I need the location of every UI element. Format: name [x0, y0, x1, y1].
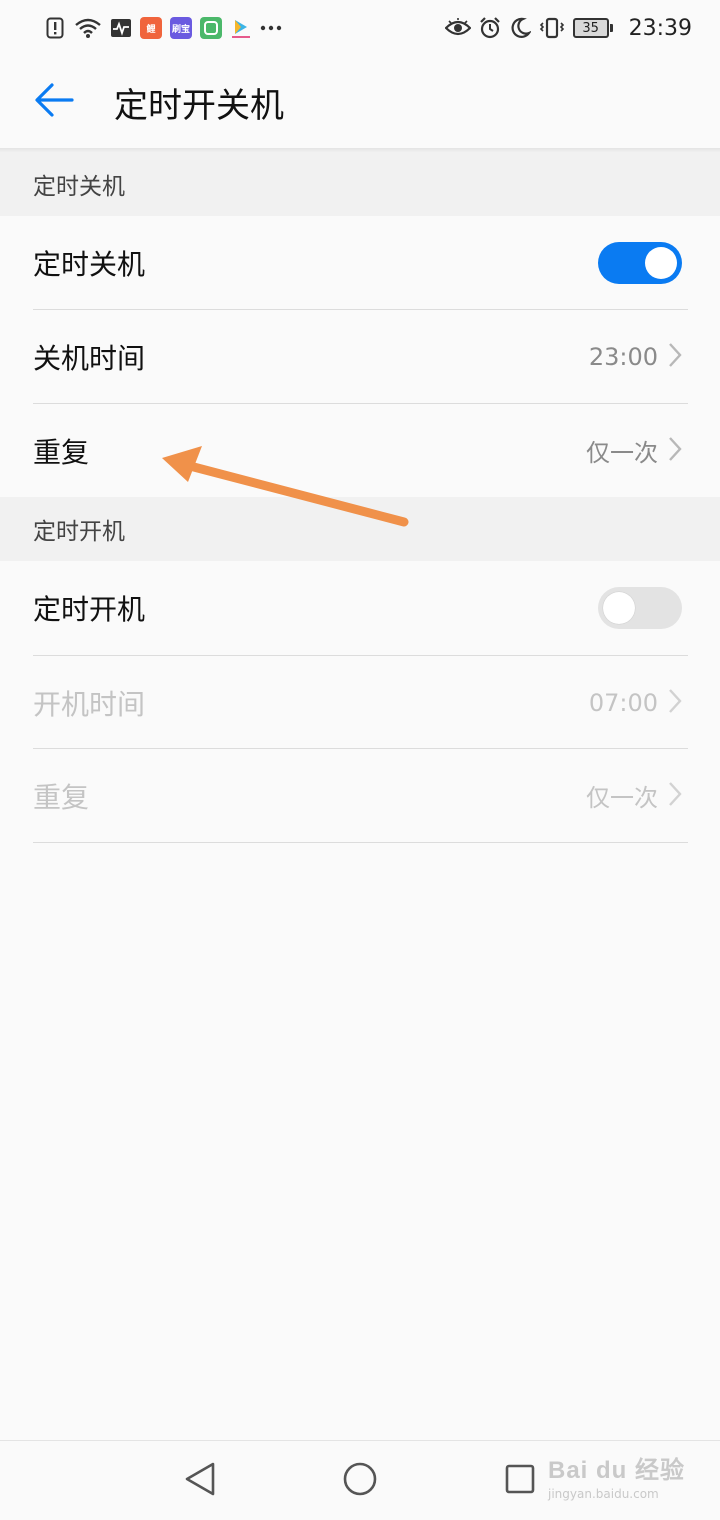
row-label: 开机时间	[33, 687, 146, 721]
app-bar: 定时开关机	[0, 56, 720, 148]
page-title: 定时开关机	[114, 85, 284, 126]
video-app-icon	[230, 17, 252, 39]
row-shutdown-toggle[interactable]: 定时关机	[0, 216, 720, 309]
section-header-shutdown: 定时关机	[0, 152, 720, 216]
eye-comfort-icon	[444, 17, 471, 39]
battery-icon: 35	[572, 18, 613, 38]
battery-level: 35	[572, 18, 609, 38]
nav-home-button[interactable]	[338, 1459, 382, 1503]
chevron-right-icon	[668, 688, 682, 718]
activity-icon	[110, 17, 132, 39]
back-triangle-icon	[183, 1461, 217, 1501]
row-label: 重复	[33, 780, 90, 814]
vibrate-icon	[539, 17, 565, 39]
chevron-right-icon	[668, 342, 682, 372]
row-shutdown-time[interactable]: 关机时间 23:00	[0, 310, 720, 403]
alarm-icon	[479, 17, 501, 39]
do-not-disturb-moon-icon	[509, 17, 531, 39]
status-bar-right: 35 23:39	[444, 15, 692, 41]
row-poweron-time: 开机时间 07:00	[0, 656, 720, 749]
app-icon-1: 鲤	[140, 17, 162, 39]
divider	[33, 842, 688, 843]
back-button[interactable]	[14, 56, 94, 148]
row-label: 定时开机	[33, 592, 146, 626]
status-bar-time: 23:39	[628, 15, 692, 41]
app-icon-3	[200, 17, 222, 39]
nav-recents-button[interactable]	[498, 1459, 542, 1503]
poweron-time-value: 07:00	[588, 688, 658, 717]
shutdown-time-value: 23:00	[588, 342, 658, 371]
toggle-knob	[645, 246, 677, 279]
arrow-left-icon	[34, 82, 74, 122]
watermark-url: jingyan.baidu.com	[548, 1487, 659, 1501]
row-value-group: 23:00	[589, 342, 682, 372]
poweron-toggle-switch[interactable]	[598, 586, 682, 629]
row-label: 关机时间	[33, 341, 146, 375]
more-dots-icon	[260, 17, 282, 39]
row-label: 重复	[33, 435, 90, 469]
poweron-repeat-value: 仅一次	[586, 784, 658, 812]
status-bar-left: 鲤 刷宝	[44, 17, 282, 39]
row-poweron-toggle[interactable]: 定时开机	[0, 561, 720, 654]
watermark-logo: Bai du 经验	[548, 1457, 686, 1484]
orange-arrow-annotation	[162, 446, 409, 527]
chevron-right-icon	[668, 781, 682, 811]
sim-alert-icon	[44, 17, 66, 39]
battery-tip	[609, 24, 613, 32]
row-label: 定时关机	[33, 247, 146, 281]
chevron-right-icon	[668, 436, 682, 466]
nav-back-button[interactable]	[178, 1459, 222, 1503]
app-icon-2: 刷宝	[170, 17, 192, 39]
row-value-group: 07:00	[589, 688, 682, 718]
wifi-icon	[74, 17, 102, 39]
shutdown-repeat-value: 仅一次	[586, 439, 658, 467]
recents-square-icon	[504, 1463, 536, 1499]
row-value-group: 仅一次	[586, 778, 682, 813]
row-value-group: 仅一次	[586, 433, 682, 468]
status-bar: 鲤 刷宝 35 23:39	[0, 0, 720, 56]
row-poweron-repeat: 重复 仅一次	[0, 749, 720, 842]
toggle-knob	[603, 591, 635, 624]
shutdown-toggle-switch[interactable]	[598, 241, 682, 284]
baidu-jingyan-watermark: Bai du 经验 jingyan.baidu.com	[548, 1450, 688, 1510]
home-circle-icon	[342, 1461, 378, 1501]
